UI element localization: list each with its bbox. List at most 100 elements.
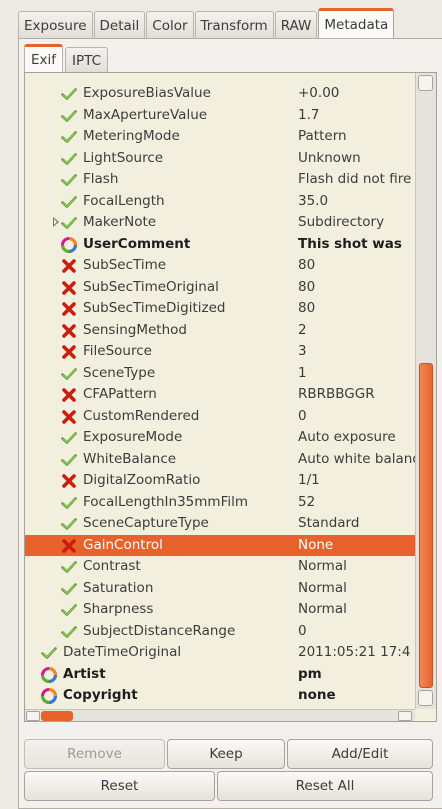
cross-icon[interactable] (61, 301, 77, 317)
scroll-up-button[interactable] (418, 75, 433, 91)
metadata-row[interactable]: CustomRendered 0 (25, 406, 415, 428)
metadata-row[interactable]: MaxApertureValue 1.7 (25, 105, 415, 127)
scroll-left-button[interactable] (26, 711, 40, 721)
check-icon[interactable] (61, 194, 77, 210)
cross-icon[interactable] (61, 280, 77, 296)
check-icon[interactable] (61, 495, 77, 511)
metadata-row[interactable]: SubjectDistanceRange 0 (25, 621, 415, 643)
cross-icon[interactable] (61, 473, 77, 489)
cross-icon[interactable] (61, 387, 77, 403)
edited-icon[interactable] (41, 666, 57, 683)
tag-value: Standard (298, 515, 360, 531)
metadata-row[interactable]: ExposureBiasValue +0.00 (25, 83, 415, 105)
edited-icon[interactable] (41, 688, 57, 704)
metadata-row[interactable]: Flash Flash did not fire (25, 169, 415, 191)
tag-value: Normal (298, 579, 347, 596)
tag-name: Flash (83, 171, 119, 187)
horizontal-scrollbar[interactable] (25, 709, 415, 721)
edited-icon[interactable] (61, 236, 77, 253)
metadata-row[interactable]: Artist pm (25, 664, 415, 686)
tag-name: SceneType (83, 364, 156, 381)
metadata-row[interactable]: SceneCaptureType Standard (25, 513, 415, 535)
metadata-row[interactable]: WhiteBalance Auto white balance (25, 449, 415, 471)
check-icon[interactable] (61, 602, 77, 618)
metadata-row[interactable]: MeteringMode Pattern (25, 126, 415, 148)
tab-transform[interactable]: Transform (194, 11, 274, 39)
tag-value: Subdirectory (298, 214, 385, 230)
cross-icon[interactable] (61, 323, 77, 339)
check-icon[interactable] (61, 129, 77, 145)
check-icon[interactable] (61, 516, 77, 532)
check-icon[interactable] (61, 559, 77, 575)
check-icon[interactable] (61, 108, 77, 124)
metadata-row[interactable]: Contrast Normal (25, 556, 415, 578)
tag-value: +0.00 (298, 85, 340, 101)
metadata-row[interactable]: DateTimeOriginal 2011:05:21 17:4 (25, 642, 415, 664)
horizontal-scroll-thumb[interactable] (41, 711, 73, 721)
tab-exif[interactable]: Exif (24, 44, 64, 73)
check-icon[interactable] (61, 624, 77, 640)
tab-metadata[interactable]: Metadata (318, 8, 395, 39)
expander-arrow-icon[interactable] (53, 217, 59, 227)
add-edit-button[interactable]: Add/Edit (287, 739, 433, 769)
check-icon[interactable] (61, 430, 77, 446)
check-icon[interactable] (61, 172, 77, 188)
metadata-row[interactable]: UserComment This shot was (25, 234, 415, 256)
tag-name: FileSource (83, 343, 152, 359)
metadata-row[interactable]: FocalLengthIn35mmFilm 52 (25, 492, 415, 514)
tab-raw[interactable]: RAW (274, 11, 318, 39)
cross-icon[interactable] (61, 258, 77, 274)
metadata-row[interactable]: SceneType 1 (25, 363, 415, 385)
metadata-row[interactable]: SensingMethod 2 (25, 320, 415, 342)
check-icon[interactable] (61, 581, 77, 597)
tag-name: Sharpness (83, 601, 154, 617)
metadata-row[interactable]: MakerNote Subdirectory (25, 212, 415, 234)
check-icon[interactable] (61, 366, 77, 382)
tab-iptc[interactable]: IPTC (65, 47, 109, 73)
metadata-row[interactable]: FileSource 3 (25, 341, 415, 363)
metadata-row[interactable]: ExposureMode Auto exposure (25, 427, 415, 449)
tag-value: 2011:05:21 17:4 (298, 644, 411, 660)
metadata-row[interactable]: SubSecTimeOriginal 80 (25, 277, 415, 299)
metadata-row[interactable]: DigitalZoomRatio 1/1 (25, 470, 415, 492)
keep-button[interactable]: Keep (167, 739, 285, 769)
metadata-row[interactable]: SubSecTime 80 (25, 255, 415, 277)
metadata-row[interactable]: Saturation Normal (25, 578, 415, 600)
metadata-row[interactable]: Copyright none (25, 685, 415, 707)
tag-name: ExposureBiasValue (83, 85, 211, 101)
tag-value: Auto exposure (298, 429, 396, 445)
tag-name: DigitalZoomRatio (83, 472, 201, 488)
tag-value: 80 (298, 257, 316, 273)
tab-color[interactable]: Color (146, 11, 194, 39)
tag-value: 1 (298, 364, 307, 381)
tag-value: RBRBBGGR (298, 386, 375, 402)
metadata-row[interactable]: Sharpness Normal (25, 599, 415, 621)
tag-name: SubjectDistanceRange (83, 622, 236, 639)
cross-icon[interactable] (61, 538, 77, 554)
tab-detail[interactable]: Detail (93, 11, 146, 39)
check-icon[interactable] (61, 215, 77, 231)
tag-name: SubSecTimeDigitized (83, 300, 226, 316)
reset-all-button[interactable]: Reset All (217, 771, 433, 801)
vertical-scrollbar[interactable] (415, 73, 436, 709)
remove-button[interactable]: Remove (24, 739, 165, 769)
check-icon[interactable] (61, 151, 77, 167)
check-icon[interactable] (61, 86, 77, 102)
cross-icon[interactable] (61, 344, 77, 360)
reset-button[interactable]: Reset (24, 771, 215, 801)
scroll-right-button[interactable] (398, 711, 412, 721)
metadata-row[interactable]: FocalLength 35.0 (25, 191, 415, 213)
cross-icon[interactable] (61, 409, 77, 425)
scroll-down-button[interactable] (418, 690, 433, 706)
metadata-row[interactable]: CFAPattern RBRBBGGR (25, 384, 415, 406)
check-icon[interactable] (61, 452, 77, 468)
metadata-row[interactable]: LightSource Unknown (25, 148, 415, 170)
metadata-row[interactable]: GainControl None (25, 534, 415, 556)
tag-value: 1.7 (298, 106, 320, 123)
tag-value: 80 (298, 300, 316, 316)
check-icon[interactable] (41, 645, 57, 661)
tab-exposure[interactable]: Exposure (18, 11, 93, 39)
vertical-scroll-thumb[interactable] (419, 363, 433, 688)
metadata-row[interactable]: SubSecTimeDigitized 80 (25, 298, 415, 320)
tag-value: Normal (298, 558, 347, 574)
